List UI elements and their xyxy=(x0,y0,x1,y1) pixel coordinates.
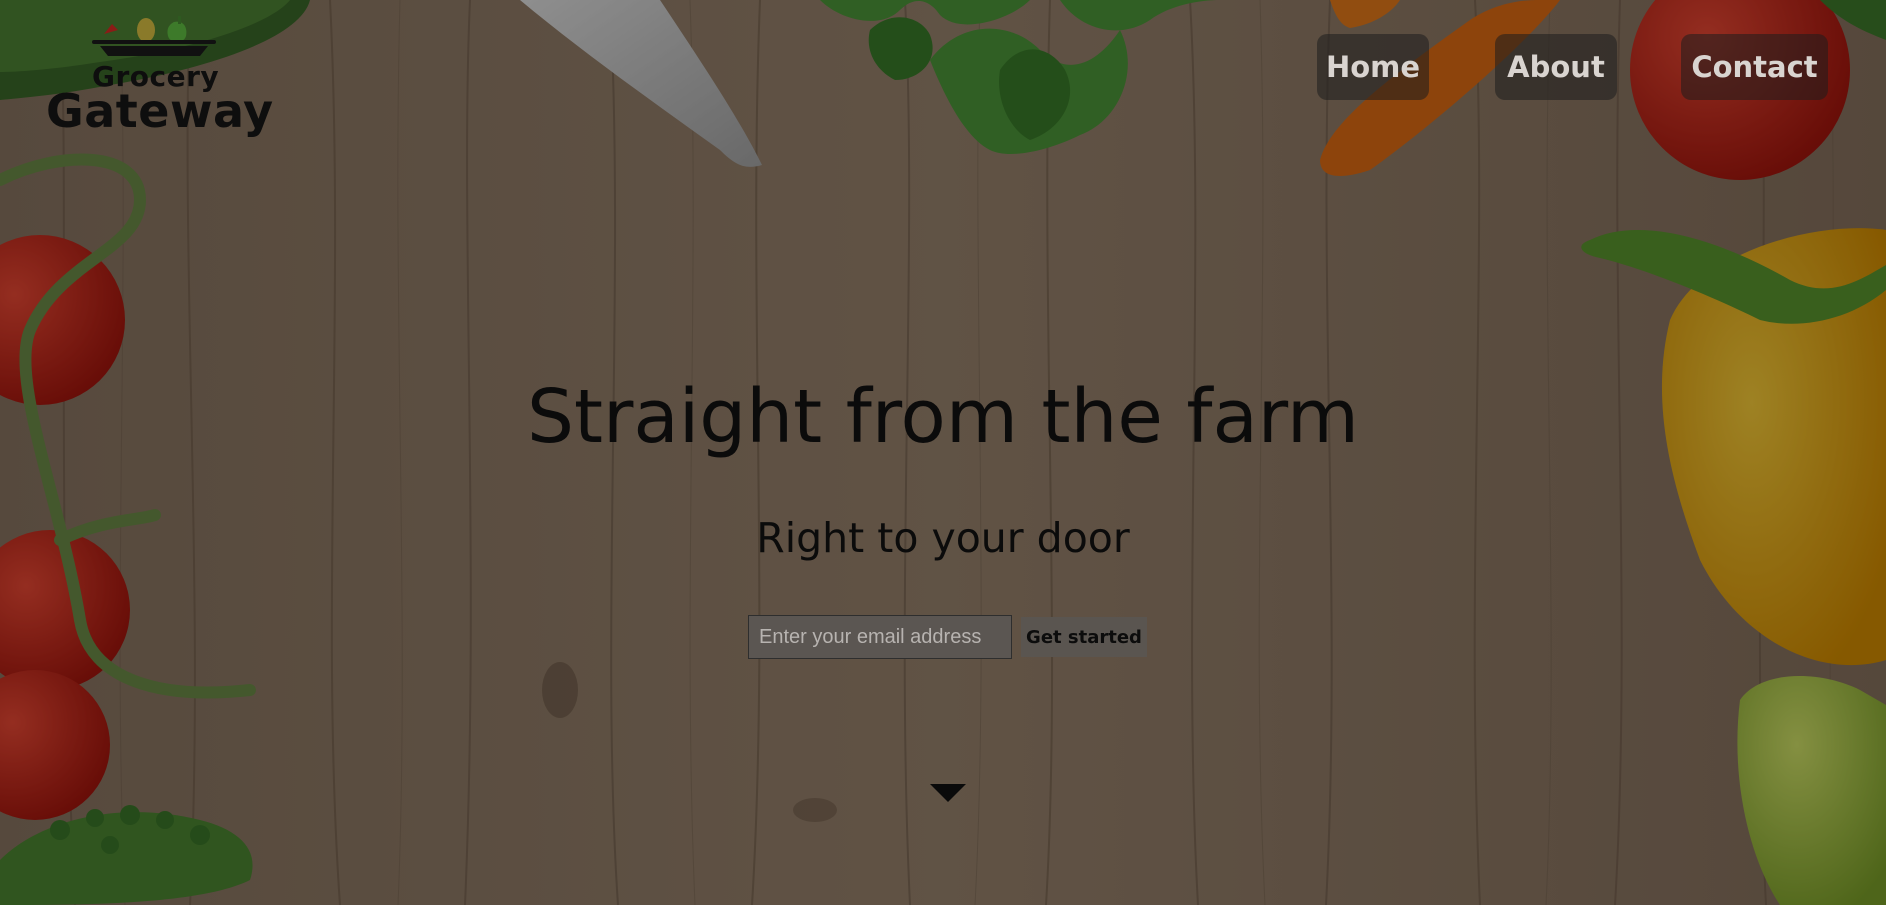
nav-home-link[interactable]: Home xyxy=(1317,34,1429,100)
fruit-basket-icon xyxy=(92,16,216,56)
hero-title: Straight from the farm xyxy=(526,374,1360,460)
brand-name-line2: Gateway xyxy=(46,84,274,138)
nav-about-link[interactable]: About xyxy=(1495,34,1617,100)
chevron-down-icon[interactable] xyxy=(930,784,966,804)
get-started-button[interactable]: Get started xyxy=(1021,617,1147,657)
hero-subtitle: Right to your door xyxy=(756,514,1130,562)
nav-contact-link[interactable]: Contact xyxy=(1681,34,1828,100)
email-input[interactable] xyxy=(748,615,1012,659)
brand-logo[interactable]: Grocery Gateway xyxy=(46,16,273,146)
